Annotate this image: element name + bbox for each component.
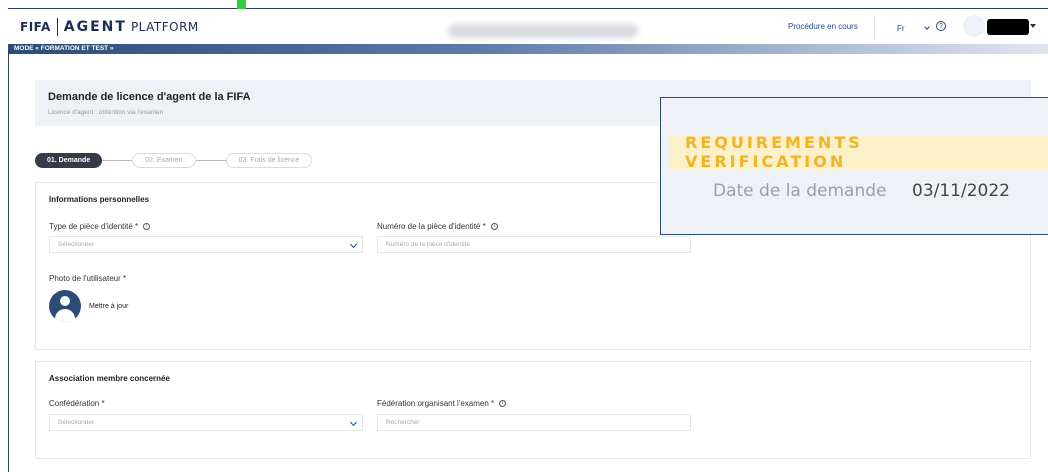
chevron-down-icon: [924, 24, 930, 30]
federation-placeholder: Rechercher: [386, 419, 420, 426]
marker: [237, 0, 246, 9]
id-number-label-text: Numéro de la pièce d'identité *: [377, 222, 486, 231]
user-photo-avatar-icon[interactable]: [49, 290, 81, 322]
id-type-select[interactable]: Sélectionner: [49, 236, 363, 253]
info-icon[interactable]: i: [143, 223, 151, 230]
federation-label: Fédération organisant l'examen * i: [377, 399, 507, 408]
section-title: Association membre concernée: [49, 374, 170, 383]
chevron-down-icon: [349, 240, 358, 249]
step-connector: [195, 159, 226, 161]
id-number-input[interactable]: Numéro de la pièce d'identité: [377, 236, 691, 253]
step-frais[interactable]: 03. Frais de licence: [225, 152, 313, 168]
username-redacted[interactable]: [987, 19, 1029, 35]
id-type-label: Type de pièce d'identité * i: [49, 222, 151, 231]
procedure-link[interactable]: Procédure en cours: [788, 22, 858, 31]
step-demande[interactable]: 01. Demande: [35, 152, 103, 168]
id-type-label-text: Type de pièce d'identité *: [49, 222, 139, 231]
logo-divider: [56, 18, 58, 36]
help-icon[interactable]: ?: [936, 21, 946, 31]
request-date-label: Date de la demande: [713, 181, 887, 201]
user-avatar-icon[interactable]: [963, 15, 985, 37]
fifa-agent-platform-logo[interactable]: FIFA AGENT PLATFORM: [20, 18, 199, 36]
photo-label: Photo de l'utilisateur *: [49, 274, 127, 283]
confederation-select[interactable]: Sélectionner: [49, 414, 363, 431]
chevron-down-icon: [349, 418, 358, 427]
id-type-value: Sélectionner: [58, 241, 95, 248]
step-progress: 01. Demande 02. Examen 03. Frais de lice…: [35, 152, 313, 168]
logo-platform-text: PLATFORM: [130, 20, 199, 34]
info-icon[interactable]: i: [490, 223, 498, 230]
confederation-label: Confédération *: [49, 399, 105, 408]
step-examen[interactable]: 02. Examen: [132, 152, 196, 168]
requirements-verification-badge: REQUIREMENTS VERIFICATION: [669, 133, 1048, 171]
logo-fifa-text: FIFA: [20, 20, 51, 34]
federation-label-text: Fédération organisant l'examen *: [377, 399, 495, 408]
page-subtitle: Licence d'agent : obtention via l'examen: [48, 109, 164, 116]
mode-banner-text: MODE « FORMATION ET TEST »: [14, 45, 114, 52]
user-menu-caret-icon[interactable]: [1030, 24, 1036, 28]
nav-divider: [874, 17, 875, 39]
blurred-page-title: [448, 24, 638, 38]
update-photo-button[interactable]: Mettre à jour: [89, 303, 128, 310]
info-icon[interactable]: i: [499, 400, 507, 407]
step-connector: [102, 159, 133, 161]
requirements-callout: REQUIREMENTS VERIFICATION Date de la dem…: [660, 97, 1048, 235]
language-select[interactable]: Fr: [895, 21, 931, 35]
section-title: Informations personnelles: [49, 195, 150, 204]
association-section: Association membre concernée Confédérati…: [35, 361, 1031, 459]
request-date-value: 03/11/2022: [912, 181, 1010, 201]
id-number-placeholder: Numéro de la pièce d'identité: [386, 241, 470, 248]
confederation-value: Sélectionner: [58, 419, 95, 426]
top-navbar: FIFA AGENT PLATFORM Procédure en cours F…: [8, 9, 1048, 45]
mode-banner: MODE « FORMATION ET TEST »: [8, 44, 1048, 54]
language-value: Fr: [897, 23, 905, 33]
page-title: Demande de licence d'agent de la FIFA: [48, 91, 251, 103]
id-number-label: Numéro de la pièce d'identité * i: [377, 222, 498, 231]
logo-agent-text: AGENT: [63, 19, 127, 35]
federation-search-input[interactable]: Rechercher: [377, 414, 691, 431]
